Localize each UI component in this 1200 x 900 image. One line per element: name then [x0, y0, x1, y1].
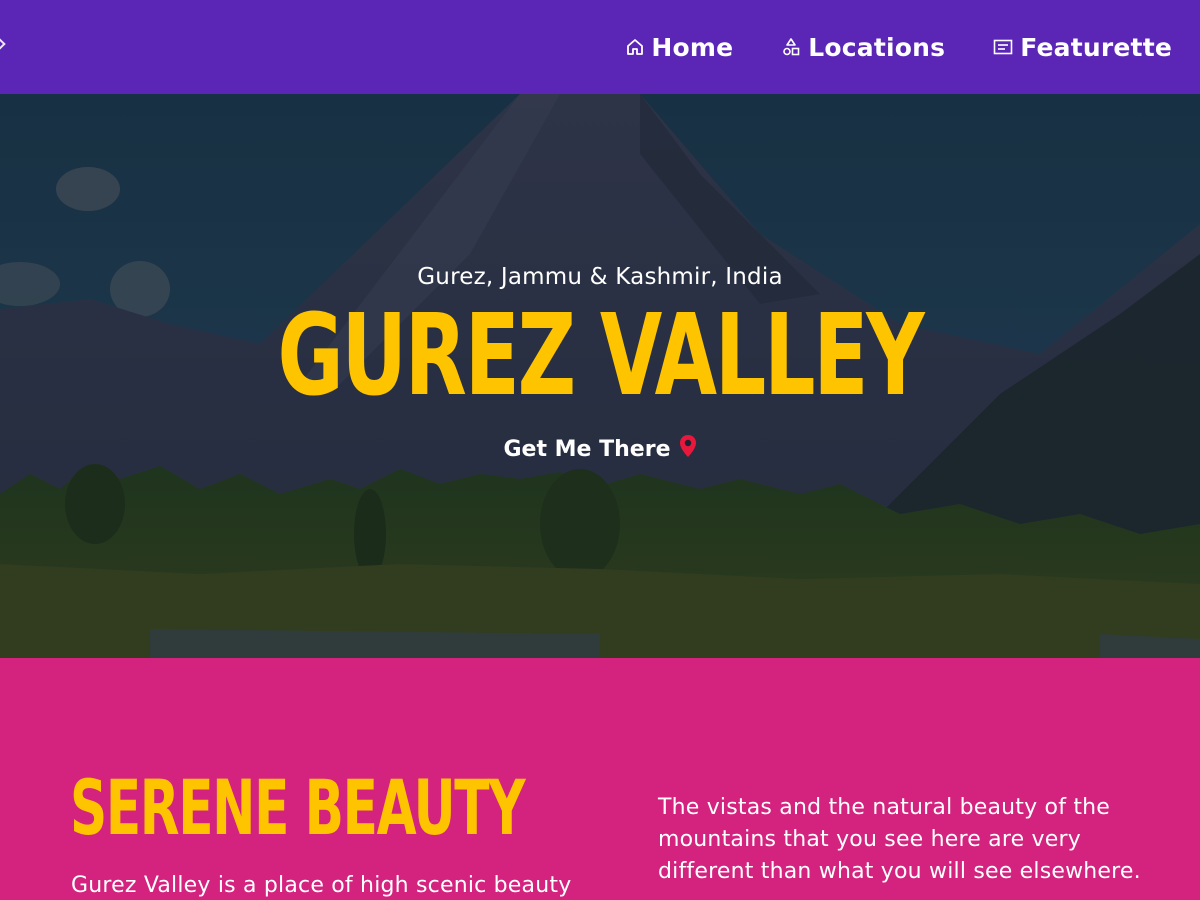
cta-label: Get Me There — [503, 436, 671, 462]
nav-item-label: Featurette — [1020, 32, 1172, 62]
section-description-text: The vistas and the natural beauty of the… — [658, 795, 1141, 884]
nav-item-home[interactable]: Home — [626, 33, 733, 62]
top-navbar: Home Locations Featurette — [0, 0, 1200, 94]
nav-item-locations[interactable]: Locations — [781, 33, 945, 62]
main-nav: Home Locations Featurette — [626, 33, 1200, 62]
nav-item-featurette[interactable]: Featurette — [993, 33, 1172, 62]
newspaper-icon — [993, 38, 1013, 56]
serene-beauty-section: SERENE BEAUTY Gurez Valley is a place of… — [0, 658, 1200, 900]
chevron-left-icon[interactable] — [0, 38, 6, 50]
hero-title: GUREZ VALLEY — [277, 291, 924, 421]
hero-banner: Gurez, Jammu & Kashmir, India GUREZ VALL… — [0, 94, 1200, 658]
nav-item-label: Home — [651, 32, 734, 62]
hero-subtitle: Gurez, Jammu & Kashmir, India — [417, 264, 783, 290]
hero-content: Gurez, Jammu & Kashmir, India GUREZ VALL… — [0, 94, 1200, 658]
home-icon — [626, 38, 644, 56]
get-me-there-link[interactable]: Get Me There — [0, 434, 1200, 464]
map-pin-icon — [679, 434, 697, 464]
section-intro-text: Gurez Valley is a place of high scenic b… — [71, 873, 572, 898]
section-title: SERENE BEAUTY — [70, 763, 526, 852]
shapes-icon — [781, 37, 801, 57]
nav-item-label: Locations — [808, 32, 946, 62]
